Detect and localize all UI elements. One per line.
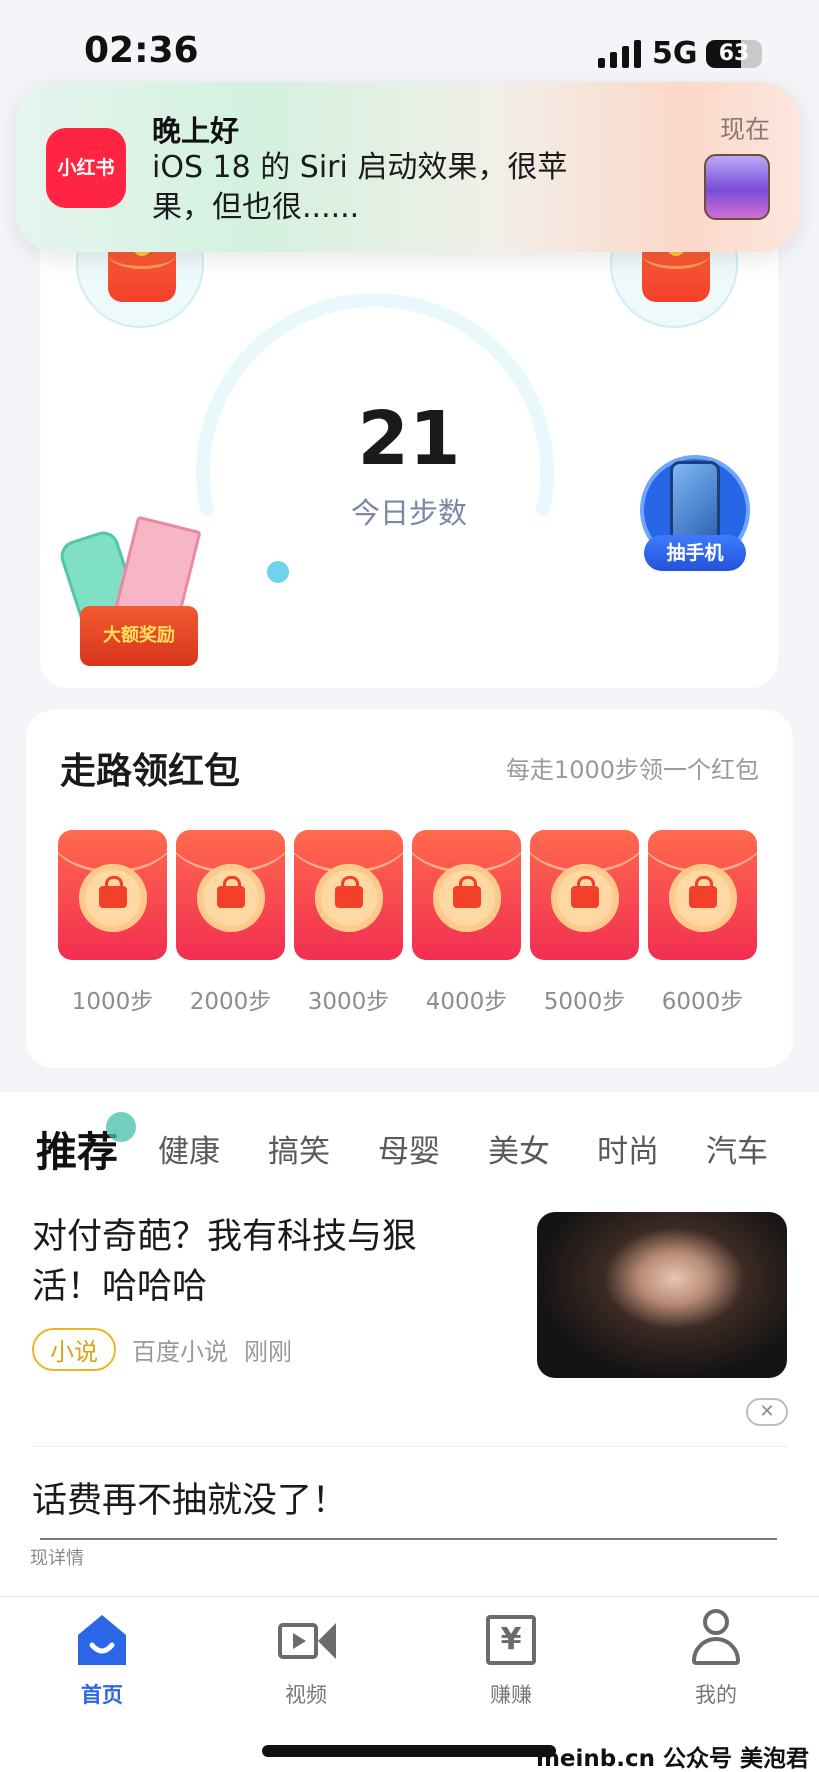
nav-video-label: 视频 bbox=[285, 1683, 327, 1707]
tab-fashion[interactable]: 时尚 bbox=[597, 1126, 659, 1171]
ad-headline[interactable]: 话费再不抽就没了！ bbox=[32, 1472, 347, 1523]
lock-icon bbox=[335, 876, 363, 908]
locked-red-packet bbox=[530, 830, 639, 960]
status-time: 02:36 bbox=[84, 30, 199, 71]
notification-body: iOS 18 的 Siri 启动效果，很苹果，但也很...... bbox=[152, 150, 568, 225]
notification-title: 晚上好 bbox=[152, 114, 240, 148]
article-source: 百度小说 bbox=[132, 1338, 228, 1366]
lock-icon bbox=[453, 876, 481, 908]
home-icon bbox=[72, 1609, 132, 1669]
notification-banner[interactable]: 小红书 晚上好 iOS 18 的 Siri 启动效果，很苹果，但也很......… bbox=[16, 82, 800, 252]
red-packet-steps: 5000步 bbox=[543, 989, 626, 1015]
network-type: 5G bbox=[652, 36, 698, 71]
red-packet-item[interactable]: 5000步 bbox=[530, 830, 639, 1016]
locked-red-packet bbox=[648, 830, 757, 960]
gauge-progress-dot bbox=[267, 561, 289, 583]
nav-video[interactable]: 视频 bbox=[246, 1609, 366, 1709]
lock-icon bbox=[99, 876, 127, 908]
red-packet-steps: 2000步 bbox=[189, 989, 272, 1015]
locked-red-packet bbox=[176, 830, 285, 960]
tab-auto[interactable]: 汽车 bbox=[706, 1126, 768, 1171]
watermark-text: meinb.cn 公众号 美泡君 bbox=[535, 1746, 809, 1772]
tab-parenting[interactable]: 母婴 bbox=[378, 1126, 440, 1171]
phone-lottery-button[interactable]: 抽手机 bbox=[640, 455, 750, 585]
red-packet-item[interactable]: 1000步 bbox=[58, 830, 167, 1016]
news-feed: 推荐 健康 搞笑 母婴 美女 时尚 汽车 对付奇葩？我有科技与狠活！哈哈哈 小说… bbox=[0, 1092, 819, 1596]
tab-beauty[interactable]: 美女 bbox=[488, 1126, 550, 1171]
article-tag: 小说 bbox=[32, 1328, 116, 1371]
red-packet-list: 1000步 2000步 3000步 4000步 5000步 6000步 bbox=[58, 830, 757, 1016]
tab-indicator-dot bbox=[106, 1112, 136, 1142]
lock-icon bbox=[217, 876, 245, 908]
big-reward-label: 大额奖励 bbox=[103, 625, 175, 646]
locked-red-packet bbox=[412, 830, 521, 960]
battery-icon: 63 bbox=[706, 40, 762, 68]
nav-home[interactable]: 首页 bbox=[42, 1609, 162, 1709]
divider bbox=[32, 1446, 787, 1447]
big-reward-button[interactable]: 大额奖励 bbox=[56, 515, 216, 670]
red-packet-item[interactable]: 3000步 bbox=[294, 830, 403, 1016]
battery-level: 63 bbox=[718, 41, 750, 66]
red-packet-steps: 1000步 bbox=[71, 989, 154, 1015]
tab-funny[interactable]: 搞笑 bbox=[268, 1126, 330, 1171]
article-headline[interactable]: 对付奇葩？我有科技与狠活！哈哈哈 bbox=[32, 1212, 462, 1312]
lock-icon bbox=[689, 876, 717, 908]
walk-reward-title: 走路领红包 bbox=[60, 751, 241, 792]
tab-health[interactable]: 健康 bbox=[158, 1126, 220, 1171]
article-thumbnail[interactable] bbox=[537, 1212, 787, 1378]
nav-profile[interactable]: 我的 bbox=[656, 1609, 776, 1709]
nav-earn[interactable]: ¥ 赚赚 bbox=[451, 1609, 571, 1709]
ad-details-link[interactable]: 现详情 bbox=[30, 1544, 84, 1570]
nav-home-label: 首页 bbox=[81, 1683, 123, 1707]
ad-banner-edge bbox=[40, 1538, 777, 1540]
video-icon bbox=[276, 1609, 336, 1669]
locked-red-packet bbox=[294, 830, 403, 960]
dismiss-button[interactable]: ✕ bbox=[746, 1398, 788, 1426]
yen-icon: ¥ bbox=[481, 1609, 541, 1669]
walk-reward-hint: 每走1000步领一个红包 bbox=[505, 756, 759, 784]
lock-icon bbox=[571, 876, 599, 908]
home-indicator[interactable] bbox=[262, 1745, 556, 1757]
nav-profile-label: 我的 bbox=[695, 1683, 737, 1707]
notification-thumbnail bbox=[704, 154, 770, 220]
notification-time: 现在 bbox=[719, 115, 770, 144]
steps-card: 21 今日步数 大额奖励 抽手机 bbox=[40, 200, 778, 688]
red-packet-steps: 4000步 bbox=[425, 989, 508, 1015]
phone-lottery-label: 抽手机 bbox=[644, 535, 746, 571]
walk-reward-card: 走路领红包 每走1000步领一个红包 1000步 2000步 3000步 400… bbox=[26, 710, 793, 1068]
locked-red-packet bbox=[58, 830, 167, 960]
bottom-nav: 首页 视频 ¥ 赚赚 我的 meinb.cn 公众号 美泡君 bbox=[0, 1596, 819, 1772]
red-packet-steps: 6000步 bbox=[661, 989, 744, 1015]
feed-article[interactable]: 对付奇葩？我有科技与狠活！哈哈哈 小说 百度小说 刚刚 bbox=[32, 1212, 787, 1378]
category-tabs: 推荐 健康 搞笑 母婴 美女 时尚 汽车 bbox=[0, 1092, 819, 1202]
article-time: 刚刚 bbox=[244, 1338, 292, 1366]
reward-pocket: 大额奖励 bbox=[80, 606, 198, 666]
signal-icon bbox=[598, 40, 641, 68]
red-packet-steps: 3000步 bbox=[307, 989, 390, 1015]
red-packet-item[interactable]: 4000步 bbox=[412, 830, 521, 1016]
red-packet-item[interactable]: 2000步 bbox=[176, 830, 285, 1016]
profile-icon bbox=[686, 1609, 746, 1669]
nav-earn-label: 赚赚 bbox=[490, 1683, 532, 1707]
red-packet-item[interactable]: 6000步 bbox=[648, 830, 757, 1016]
xiaohongshu-app-icon: 小红书 bbox=[46, 128, 126, 208]
